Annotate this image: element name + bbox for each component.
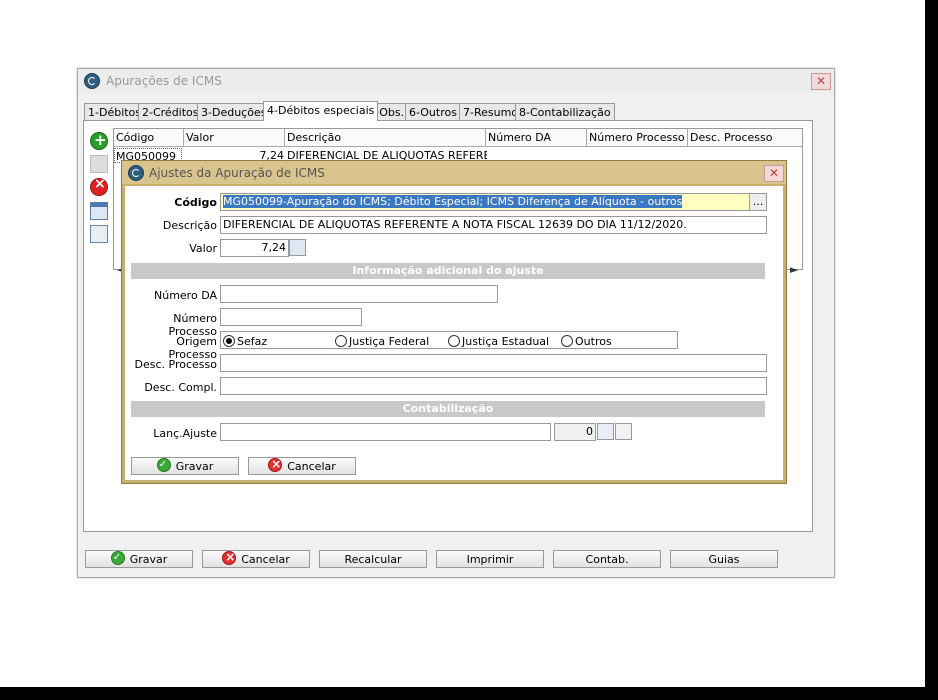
- descricao-input[interactable]: DIFERENCIAL DE ALIQUOTAS REFERENTE A NOT…: [220, 216, 767, 234]
- scroll-right-arrow[interactable]: ►: [790, 263, 798, 276]
- numero-processo-input[interactable]: [220, 308, 362, 326]
- pencil-icon[interactable]: [90, 225, 108, 243]
- tab-contabilizacao[interactable]: 8-Contabilização: [515, 103, 615, 121]
- dialog-body: Código MG050099-Apuração do ICMS; Débito…: [125, 186, 783, 480]
- dialog-close-button[interactable]: ✕: [764, 165, 784, 182]
- edit-icon[interactable]: [90, 155, 108, 173]
- window-icon[interactable]: [90, 202, 108, 220]
- guias-button[interactable]: Guias: [670, 550, 778, 568]
- screen: Apurações de ICMS ✕ 1-Débitos 2-Créditos…: [0, 0, 925, 687]
- main-window-title: Apurações de ICMS: [106, 74, 222, 88]
- col-descricao[interactable]: Descrição: [285, 129, 486, 146]
- valor-input[interactable]: 7,24: [220, 239, 289, 257]
- calculator-icon[interactable]: [289, 239, 306, 256]
- numero-da-label: Número DA: [154, 289, 217, 302]
- desc-processo-input[interactable]: [220, 354, 767, 372]
- col-numero-da[interactable]: Número DA: [486, 129, 587, 146]
- tab-debitos-especiais[interactable]: 4-Débitos especiais: [263, 101, 379, 121]
- contab-section-header: Contabilização: [131, 401, 765, 417]
- tab-deducoes[interactable]: 3-Deduções: [197, 103, 271, 121]
- recalcular-button[interactable]: Recalcular: [319, 550, 427, 568]
- desc-compl-label: Desc. Compl.: [144, 381, 217, 394]
- radio-sefaz-dot: [223, 335, 235, 347]
- col-desc-processo[interactable]: Desc. Processo: [688, 129, 800, 146]
- main-gravar-button[interactable]: Gravar: [85, 549, 193, 568]
- col-numero-processo[interactable]: Número Processo: [587, 129, 688, 146]
- radio-outros-dot: [561, 335, 573, 347]
- codigo-lookup-button[interactable]: ...: [749, 193, 767, 211]
- grid-header: Código Valor Descrição Número DA Número …: [114, 129, 802, 147]
- imprimir-button[interactable]: Imprimir: [436, 550, 544, 568]
- numero-da-input[interactable]: [220, 285, 498, 303]
- tab-creditos[interactable]: 2-Créditos: [138, 103, 203, 121]
- check-icon: [110, 549, 125, 567]
- col-valor[interactable]: Valor: [184, 129, 285, 146]
- lanc-ajuste-label: Lanç.Ajuste: [153, 427, 217, 440]
- app-icon: [84, 73, 100, 89]
- search-icon[interactable]: [597, 423, 614, 440]
- tab-outros[interactable]: 6-Outros: [405, 103, 461, 121]
- ajustes-dialog: Ajustes da Apuração de ICMS ✕ Código MG0…: [121, 160, 787, 484]
- dialog-gravar-button[interactable]: Gravar: [131, 456, 239, 475]
- lanc-ajuste-input[interactable]: [220, 423, 551, 441]
- list-icon[interactable]: [615, 423, 632, 440]
- descricao-label: Descrição: [162, 219, 217, 232]
- add-icon[interactable]: [90, 131, 108, 150]
- col-codigo[interactable]: Código: [114, 129, 184, 146]
- codigo-label: Código: [174, 196, 217, 209]
- radio-sefaz[interactable]: Sefaz: [223, 334, 267, 348]
- valor-label: Valor: [189, 242, 217, 255]
- radio-justica-federal-dot: [335, 335, 347, 347]
- desc-compl-input[interactable]: [220, 377, 767, 395]
- dialog-cancelar-button[interactable]: Cancelar: [248, 455, 356, 475]
- main-close-button[interactable]: ✕: [811, 73, 831, 90]
- dialog-check-icon: [156, 456, 171, 474]
- tab-resumo[interactable]: 7-Resumo: [459, 103, 523, 121]
- info-section-header: Informação adicional do ajuste: [131, 263, 765, 279]
- main-titlebar: Apurações de ICMS ✕: [78, 69, 834, 93]
- radio-justica-estadual-dot: [448, 335, 460, 347]
- origem-processo-group: Sefaz Justiça Federal Justiça Estadual O…: [220, 331, 678, 349]
- radio-justica-federal[interactable]: Justiça Federal: [335, 334, 429, 348]
- codigo-selected-text: MG050099-Apuração do ICMS; Débito Especi…: [223, 195, 683, 208]
- lanc-ajuste-number[interactable]: 0: [554, 423, 596, 441]
- dialog-cancel-icon: [268, 455, 283, 473]
- dialog-app-icon: [128, 165, 144, 181]
- contab-button[interactable]: Contab.: [553, 550, 661, 568]
- delete-icon[interactable]: [90, 176, 108, 196]
- desc-processo-label: Desc. Processo: [134, 358, 217, 371]
- codigo-input[interactable]: MG050099-Apuração do ICMS; Débito Especi…: [220, 193, 750, 211]
- dialog-titlebar: Ajustes da Apuração de ICMS ✕: [122, 161, 786, 184]
- main-cancelar-button[interactable]: Cancelar: [202, 548, 310, 568]
- tab-debitos[interactable]: 1-Débitos: [84, 103, 146, 121]
- radio-justica-estadual[interactable]: Justiça Estadual: [448, 334, 549, 348]
- dialog-title: Ajustes da Apuração de ICMS: [149, 166, 325, 180]
- radio-outros[interactable]: Outros: [561, 334, 612, 348]
- cancel-icon: [222, 548, 237, 566]
